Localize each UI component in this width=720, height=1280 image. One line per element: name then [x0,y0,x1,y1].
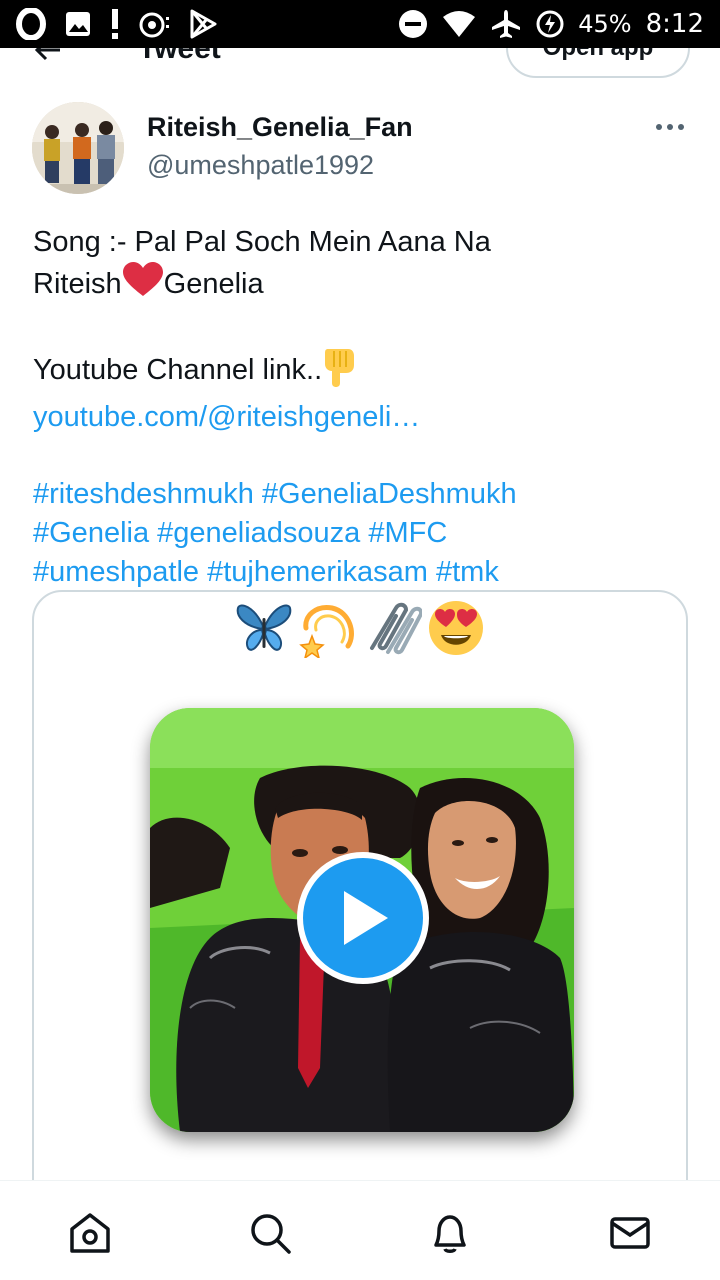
name-genelia: Genelia [163,268,264,300]
battery-percent: 45% [578,10,632,38]
youtube-channel-label: Youtube Channel link.. [33,354,323,386]
status-bar: 45% 8:12 [0,0,720,48]
opera-icon [16,8,46,40]
image-icon [64,10,92,38]
back-arrow-icon[interactable] [32,48,64,66]
do-not-disturb-icon [398,9,428,39]
search-icon[interactable] [248,1211,292,1255]
battery-charging-icon [536,10,564,38]
alert-icon [110,9,120,39]
wifi-icon [442,10,476,38]
play-store-icon [188,8,218,40]
page-title: Tweet [138,48,221,65]
bottom-navigation [0,1180,720,1280]
notifications-icon[interactable] [428,1211,472,1255]
play-icon [344,891,388,945]
paperclips-icon [362,598,424,663]
hashtags-line-2[interactable]: #Genelia #geneliadsouza #MFC [33,514,693,553]
tweet-text: Song :- Pal Pal Soch Mein Aana Na Riteis… [33,223,693,592]
butterfly-icon [234,598,294,663]
media-card[interactable] [32,590,688,1210]
clock: 8:12 [645,9,704,39]
more-options-icon[interactable] [650,112,690,142]
red-heart-icon [122,262,164,309]
youtube-link[interactable]: youtube.com/@riteishgeneli… [33,398,693,437]
open-app-button[interactable]: Open app [506,48,690,78]
podcast-icon [138,9,170,39]
emoji-row [234,598,486,663]
song-line: Song :- Pal Pal Soch Mein Aana Na [33,226,491,258]
avatar[interactable] [32,102,124,194]
name-riteish: Riteish [33,268,122,300]
names-line: Riteish Genelia [33,262,693,309]
heart-eyes-icon [426,598,486,663]
top-header: Tweet Open app [0,48,720,88]
display-name[interactable]: Riteish_Genelia_Fan [147,112,413,143]
pointing-down-icon [322,347,356,398]
home-icon[interactable] [68,1211,112,1255]
messages-icon[interactable] [608,1211,652,1255]
youtube-label-line: Youtube Channel link.. [33,347,693,398]
hashtags-line-3[interactable]: #umeshpatle #tujhemerikasam #tmk [33,553,693,592]
dizzy-icon [298,598,358,663]
user-handle[interactable]: @umeshpatle1992 [147,150,374,181]
play-button[interactable] [297,852,429,984]
airplane-icon [490,8,522,40]
hashtags-line-1[interactable]: #riteshdeshmukh #GeneliaDeshmukh [33,475,693,514]
open-app-label: Open app [543,48,654,62]
